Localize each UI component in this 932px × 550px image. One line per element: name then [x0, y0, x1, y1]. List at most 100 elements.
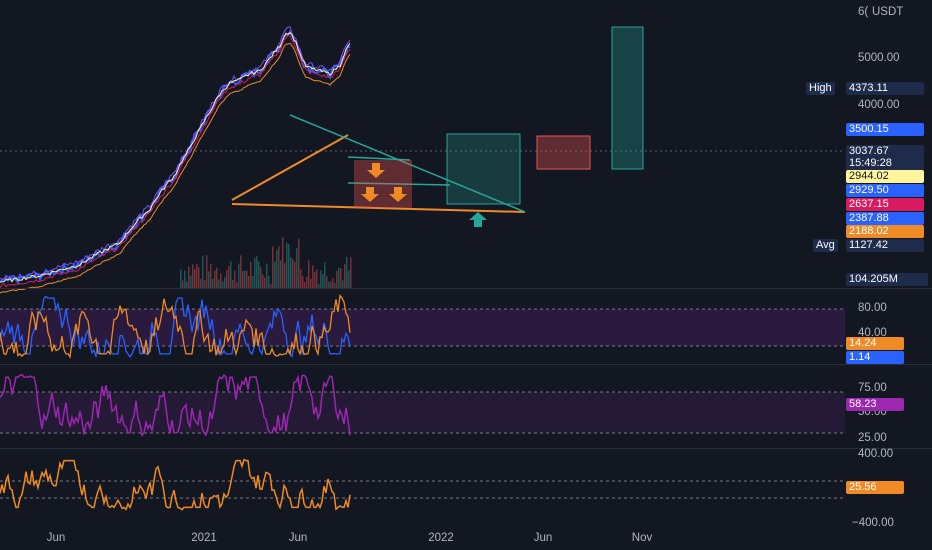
- countdown-label: 15:49:28: [846, 157, 924, 170]
- volume-bar: [342, 280, 344, 288]
- volume-bar: [298, 238, 300, 288]
- stoch-tick: 80.00: [858, 302, 887, 314]
- volume-bar: [262, 274, 264, 288]
- volume-bar: [272, 246, 274, 288]
- volume-bar: [278, 246, 280, 288]
- volume-bar: [336, 270, 338, 288]
- x-axis-label: Jun: [46, 532, 66, 544]
- volume-bar: [308, 260, 310, 288]
- long-position-box: [446, 133, 521, 205]
- volume-bar: [322, 273, 324, 288]
- volume-bar: [300, 269, 302, 288]
- cci-tick: 400.00: [858, 448, 894, 460]
- volume-bar: [310, 279, 312, 288]
- volume-bar: [188, 266, 190, 288]
- volume-bar: [192, 264, 194, 288]
- volume-bar: [316, 269, 318, 288]
- volume-bar: [264, 277, 266, 288]
- volume-bar: [320, 270, 322, 288]
- high-price-label: 4373.11: [846, 82, 924, 95]
- volume-bar: [286, 242, 288, 288]
- volume-bar: [240, 255, 242, 288]
- volume-bar: [252, 275, 254, 288]
- x-axis-label: Jun: [533, 532, 553, 544]
- volume-bar: [340, 268, 342, 288]
- volume-bar: [244, 270, 246, 288]
- volume-bar: [260, 267, 262, 288]
- volume-bar: [214, 270, 216, 288]
- price-label-2944: 2944.02: [846, 170, 924, 183]
- price-tick: 5000.00: [858, 52, 900, 64]
- volume-bar: [258, 261, 260, 288]
- x-axis-label: Jun: [288, 532, 308, 544]
- volume-bar: [250, 261, 252, 288]
- cci-layer: [0, 458, 845, 511]
- volume-bar: [226, 269, 228, 288]
- volume-bar: [212, 278, 214, 288]
- volume-bar: [276, 250, 278, 288]
- volume-bar: [196, 263, 198, 288]
- avg-title: Avg: [813, 239, 838, 252]
- volume-bar: [220, 273, 222, 288]
- volume-bar: [206, 255, 208, 288]
- stoch-k-label: 14.24: [846, 337, 904, 350]
- volume-bar: [218, 279, 220, 288]
- stoch-d-label: 1.14: [846, 351, 904, 364]
- cci-line: [0, 458, 351, 511]
- sell-zone-box: [354, 160, 412, 208]
- x-axis-label: 2022: [428, 532, 454, 544]
- cci-tick: −400.00: [852, 517, 894, 529]
- volume-bar: [348, 270, 350, 288]
- rsi-tick: 25.00: [858, 432, 887, 444]
- volume-bar: [202, 255, 204, 288]
- volume-bar: [344, 264, 346, 288]
- pane-separator: [0, 448, 932, 449]
- price-label-2637: 2637.15: [846, 198, 924, 211]
- volume-bar: [230, 261, 232, 288]
- volume-bar: [194, 269, 196, 288]
- volume-bar: [350, 257, 352, 288]
- x-axis-label: Nov: [631, 532, 653, 544]
- volume-bar: [266, 263, 268, 288]
- volume-bar: [242, 270, 244, 288]
- volume-bar: [324, 262, 326, 288]
- volume-bar: [294, 261, 296, 288]
- volume-bar: [282, 237, 284, 288]
- volume-bar: [296, 247, 298, 288]
- volume-bar: [184, 270, 186, 288]
- volume-bar: [210, 263, 212, 288]
- volume-label: 104.205M: [846, 273, 928, 286]
- price-tick: 4000.00: [858, 99, 900, 111]
- volume-bar: [274, 261, 276, 288]
- avg-price-label: 1127.42: [846, 239, 924, 252]
- price-label-2387: 2387.88: [846, 212, 924, 225]
- price-label-2188: 2188.02: [846, 225, 924, 238]
- volume-bar: [234, 270, 236, 288]
- volume-bar: [314, 271, 316, 288]
- volume-bar: [238, 263, 240, 288]
- chart-svg[interactable]: [0, 0, 932, 550]
- short-position-box: [536, 135, 591, 170]
- rsi-value-label: 58.23: [846, 398, 904, 411]
- x-axis-label: 2021: [191, 532, 217, 544]
- volume-bar: [338, 267, 340, 288]
- high-title: High: [806, 82, 835, 95]
- volume-bar: [182, 280, 184, 288]
- volume-bar: [326, 275, 328, 288]
- price-axis-clip: 6(: [858, 6, 869, 18]
- pane-separator: [0, 364, 932, 365]
- volume-bar: [292, 258, 294, 288]
- volume-bar: [332, 278, 334, 288]
- volume-bar: [288, 244, 290, 288]
- target-box: [611, 26, 644, 170]
- volume-bar: [268, 275, 270, 288]
- pane-separator: [0, 288, 932, 289]
- volume-bar: [224, 276, 226, 288]
- chart-stage[interactable]: 6( USDT 5000.00 4000.00 High 4373.11 350…: [0, 0, 932, 550]
- price-label-3500: 3500.15: [846, 123, 924, 136]
- volume-bar: [180, 269, 182, 288]
- rsi-tick: 75.00: [858, 382, 887, 394]
- volume-bar: [200, 278, 202, 288]
- volume-bar: [256, 256, 258, 288]
- volume-bar: [346, 256, 348, 288]
